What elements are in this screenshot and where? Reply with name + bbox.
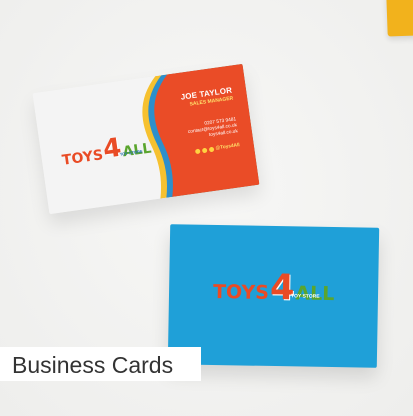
logo-number-four: 4 [101,132,124,165]
twitter-icon [201,147,208,154]
contact-details: 0207 573 9481 contact@toys4all.co.uk toy… [159,117,239,146]
back-logo-number-four: 4 [269,266,295,309]
caption-label: Business Cards [12,352,174,378]
front-contact-block: JOE TAYLOR SALES MANAGER 0207 573 9481 c… [154,86,240,160]
business-card-front: TOYS 4 ALL TOY STORE JOE TAYLOR SALES MA… [32,63,260,215]
back-toys4all-logo: TOYS 4 ALL TOY STORE [212,266,335,309]
caption-box: Business Cards [0,347,201,381]
back-logo-letter-group-toys: TOYS [212,281,270,305]
instagram-icon [208,146,215,153]
business-card-photo: TOYS 4 ALL TOY STORE JOE TAYLOR SALES MA… [0,0,413,416]
yellow-box-corner [386,0,413,37]
back-logo-subtitle: TOY STORE [290,293,320,300]
facebook-icon [194,148,201,155]
